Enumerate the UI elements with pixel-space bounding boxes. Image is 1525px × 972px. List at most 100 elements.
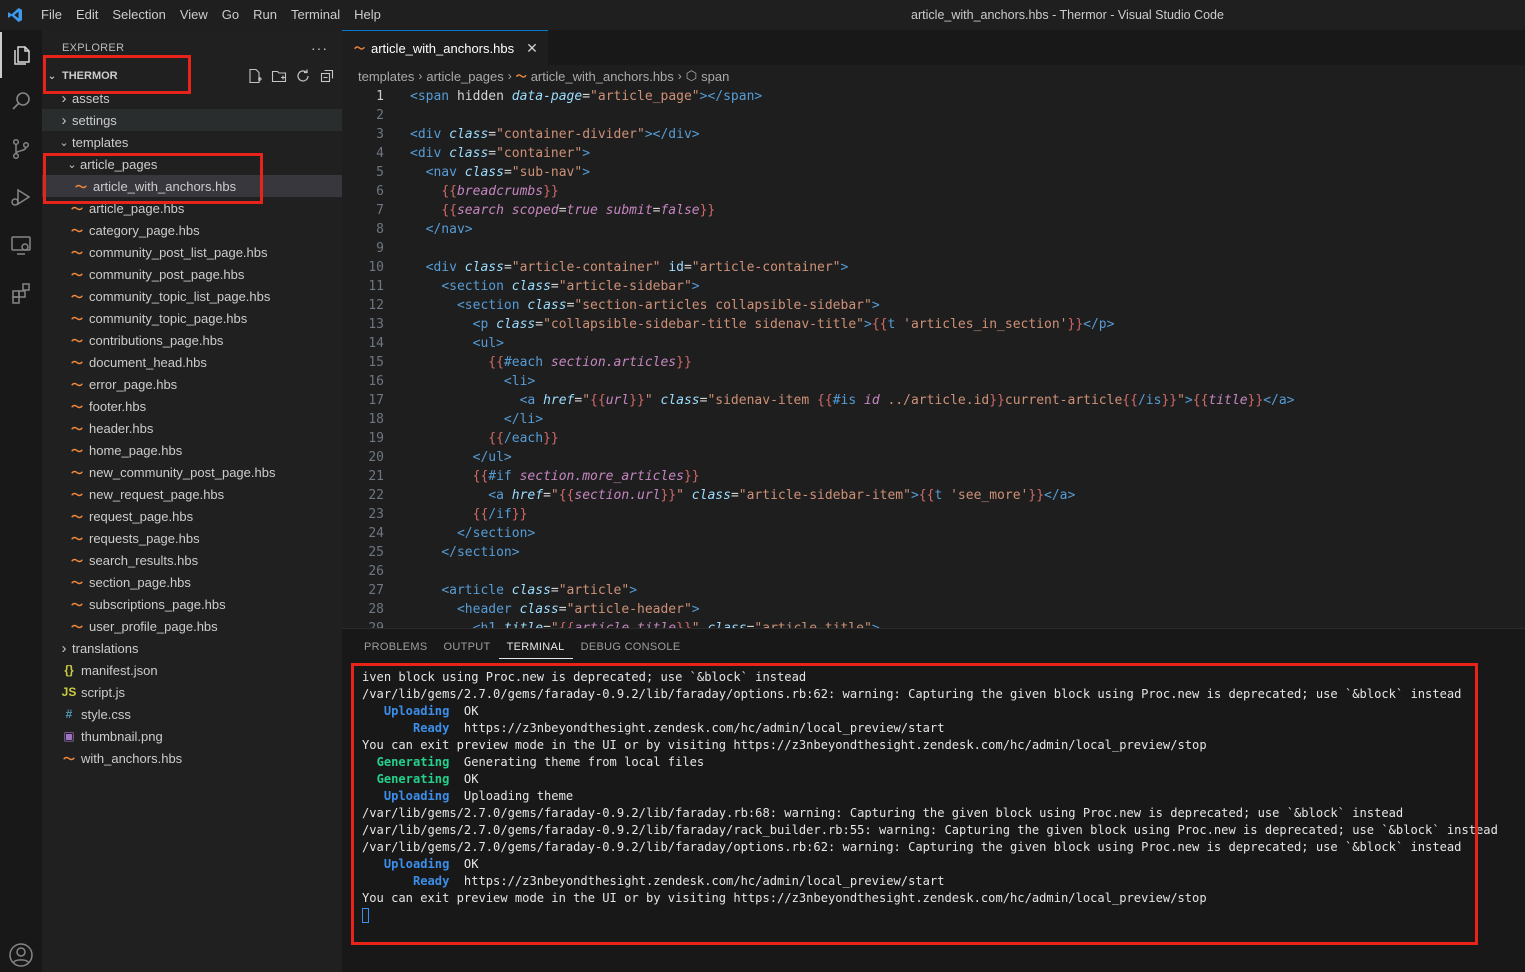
breadcrumb: templates › article_pages › 〜 article_with_an… xyxy=(342,65,1525,87)
folder-translations[interactable]: › translations xyxy=(42,637,342,659)
line-content: <article class="article"> xyxy=(441,583,638,598)
file-with-anchors-hbs[interactable]: 〜 with_anchors.hbs xyxy=(42,747,342,769)
tab-terminal[interactable]: TERMINAL xyxy=(498,635,573,659)
workspace-header[interactable]: ⌄ THERMOR xyxy=(42,65,342,87)
account-icon[interactable] xyxy=(0,932,42,972)
tab-article-with-anchors[interactable]: 〜 article_with_anchors.hbs ✕ xyxy=(342,30,548,65)
editor-tabs: 〜 article_with_anchors.hbs ✕ xyxy=(342,30,1525,65)
tree-item-label: search_results.hbs xyxy=(89,552,199,568)
line-content: <ul> xyxy=(472,336,504,351)
file-home-page-hbs[interactable]: 〜 home_page.hbs xyxy=(42,439,342,461)
line-content: {{#if section.more_articles}} xyxy=(472,469,700,484)
file-manifest-json[interactable]: {} manifest.json xyxy=(42,659,342,681)
menu-item-file[interactable]: File xyxy=(34,0,69,30)
file-new-community-post-page-hbs[interactable]: 〜 new_community_post_page.hbs xyxy=(42,461,342,483)
folder-settings[interactable]: › settings xyxy=(42,109,342,131)
file-article-page-hbs[interactable]: 〜 article_page.hbs xyxy=(42,197,342,219)
breadcrumb-item[interactable]: span xyxy=(701,69,729,84)
code-line: 2 xyxy=(342,106,1525,125)
tree-item-label: community_post_list_page.hbs xyxy=(89,244,268,260)
file-section-page-hbs[interactable]: 〜 section_page.hbs xyxy=(42,571,342,593)
terminal-output[interactable]: iven block using Proc.new is deprecated;… xyxy=(362,669,1522,924)
folder-article-pages[interactable]: ⌄ article_pages xyxy=(42,153,342,175)
line-content xyxy=(384,562,410,581)
tree-item-label: requests_page.hbs xyxy=(89,530,200,546)
refresh-icon[interactable] xyxy=(294,67,312,85)
folder-assets[interactable]: › assets xyxy=(42,87,342,109)
collapse-all-icon[interactable] xyxy=(318,67,336,85)
new-file-icon[interactable] xyxy=(246,67,264,85)
menu-item-view[interactable]: View xyxy=(173,0,215,30)
menu-item-edit[interactable]: Edit xyxy=(69,0,105,30)
file-tree: › assets › settings ⌄ templates ⌄ article_pages… xyxy=(42,87,342,769)
explorer-header: EXPLORER ··· xyxy=(42,30,342,66)
file-header-hbs[interactable]: 〜 header.hbs xyxy=(42,417,342,439)
source-control-icon[interactable] xyxy=(0,126,42,172)
folder-templates[interactable]: ⌄ templates xyxy=(42,131,342,153)
handlebars-file-icon: 〜 xyxy=(70,465,83,480)
breadcrumb-item[interactable]: templates xyxy=(358,69,414,84)
file-error-page-hbs[interactable]: 〜 error_page.hbs xyxy=(42,373,342,395)
menu-item-run[interactable]: Run xyxy=(246,0,284,30)
file-style-css[interactable]: # style.css xyxy=(42,703,342,725)
menu-item-help[interactable]: Help xyxy=(347,0,388,30)
chevron-right-icon: › xyxy=(418,69,423,83)
line-content: <nav class="sub-nav"> xyxy=(425,165,591,180)
line-number: 23 xyxy=(368,507,384,522)
file-article-with-anchors-hbs[interactable]: 〜 article_with_anchors.hbs xyxy=(42,175,342,197)
file-request-page-hbs[interactable]: 〜 request_page.hbs xyxy=(42,505,342,527)
file-subscriptions-page-hbs[interactable]: 〜 subscriptions_page.hbs xyxy=(42,593,342,615)
file-community-post-page-hbs[interactable]: 〜 community_post_page.hbs xyxy=(42,263,342,285)
line-number: 2 xyxy=(376,108,384,123)
run-debug-icon[interactable] xyxy=(0,174,42,220)
line-number: 8 xyxy=(376,222,384,237)
code-line: 26 xyxy=(342,562,1525,581)
file-community-topic-list-page-hbs[interactable]: 〜 community_topic_list_page.hbs xyxy=(42,285,342,307)
more-actions-icon[interactable]: ··· xyxy=(311,40,328,56)
menu-item-terminal[interactable]: Terminal xyxy=(284,0,347,30)
menu-item-go[interactable]: Go xyxy=(215,0,246,30)
file-document-head-hbs[interactable]: 〜 document_head.hbs xyxy=(42,351,342,373)
terminal-line: /var/lib/gems/2.7.0/gems/faraday-0.9.2/l… xyxy=(362,806,1404,820)
handlebars-file-icon: 〜 xyxy=(70,421,83,436)
tab-debug-console[interactable]: DEBUG CONSOLE xyxy=(573,629,689,665)
menu-bar: File Edit Selection View Go Run Terminal Help xyxy=(34,0,388,30)
file-requests-page-hbs[interactable]: 〜 requests_page.hbs xyxy=(42,527,342,549)
handlebars-file-icon: 〜 xyxy=(70,377,83,392)
search-icon[interactable] xyxy=(0,78,42,124)
line-number: 20 xyxy=(368,450,384,465)
file-user-profile-page-hbs[interactable]: 〜 user_profile_page.hbs xyxy=(42,615,342,637)
file-footer-hbs[interactable]: 〜 footer.hbs xyxy=(42,395,342,417)
tab-problems[interactable]: PROBLEMS xyxy=(356,629,436,665)
file-new-request-page-hbs[interactable]: 〜 new_request_page.hbs xyxy=(42,483,342,505)
file-community-topic-page-hbs[interactable]: 〜 community_topic_page.hbs xyxy=(42,307,342,329)
file-thumbnail-png[interactable]: ▣ thumbnail.png xyxy=(42,725,342,747)
file-contributions-page-hbs[interactable]: 〜 contributions_page.hbs xyxy=(42,329,342,351)
line-content: {{#each section.articles}} xyxy=(488,355,692,370)
file-community-post-list-page-hbs[interactable]: 〜 community_post_list_page.hbs xyxy=(42,241,342,263)
chevron-down-icon: ⌄ xyxy=(59,136,69,149)
terminal-prompt[interactable] xyxy=(362,907,1522,924)
file-category-page-hbs[interactable]: 〜 category_page.hbs xyxy=(42,219,342,241)
tab-output[interactable]: OUTPUT xyxy=(436,629,499,665)
handlebars-file-icon: 〜 xyxy=(70,245,83,260)
breadcrumb-item[interactable]: article_with_anchors.hbs xyxy=(531,69,674,84)
handlebars-file-icon: 〜 xyxy=(70,289,83,304)
file-script-js[interactable]: JS script.js xyxy=(42,681,342,703)
remote-explorer-icon[interactable] xyxy=(0,222,42,268)
close-icon[interactable]: ✕ xyxy=(526,40,538,57)
line-content: <a href="{{section.url}}" class="article… xyxy=(488,488,1076,503)
breadcrumb-item[interactable]: article_pages xyxy=(426,69,503,84)
extensions-icon[interactable] xyxy=(0,270,42,316)
code-editor[interactable]: 1 <span hidden data-page="article_page"><… xyxy=(342,87,1525,628)
explorer-icon[interactable] xyxy=(0,32,42,78)
tree-item-label: new_community_post_page.hbs xyxy=(89,464,276,480)
handlebars-file-icon: 〜 xyxy=(70,223,83,238)
new-folder-icon[interactable] xyxy=(270,67,288,85)
code-line: 20 </ul> xyxy=(342,448,1525,467)
file-search-results-hbs[interactable]: 〜 search_results.hbs xyxy=(42,549,342,571)
handlebars-file-icon: 〜 xyxy=(70,531,83,546)
line-content: </section> xyxy=(456,526,536,541)
workspace-actions xyxy=(246,65,336,87)
menu-item-selection[interactable]: Selection xyxy=(105,0,172,30)
